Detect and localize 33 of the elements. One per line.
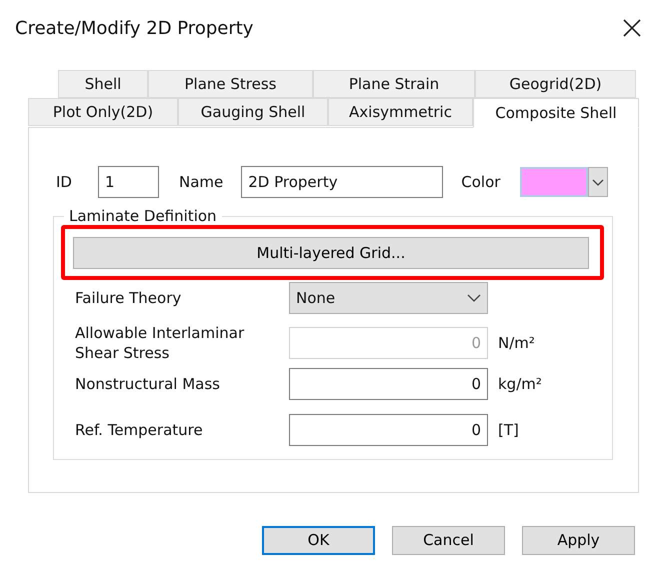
chevron-down-icon bbox=[467, 294, 481, 302]
window-title: Create/Modify 2D Property bbox=[15, 16, 254, 40]
close-icon[interactable] bbox=[623, 19, 641, 37]
field-label: Allowable Interlaminar Shear Stress bbox=[75, 323, 246, 363]
unit-label: [T] bbox=[498, 420, 519, 441]
unit-label: N/m² bbox=[498, 332, 535, 354]
id-field[interactable]: 1 bbox=[98, 166, 159, 198]
input-field[interactable]: 0 bbox=[289, 414, 488, 446]
tab[interactable]: Axisymmetric bbox=[328, 98, 473, 126]
tab[interactable]: Composite Shell bbox=[473, 98, 639, 128]
tab[interactable]: Plane Stress bbox=[148, 70, 313, 98]
dialog-button[interactable]: Apply bbox=[522, 526, 635, 555]
field-label: Color bbox=[461, 172, 500, 193]
name-field[interactable]: 2D Property bbox=[241, 166, 444, 198]
tab[interactable]: Plot Only(2D) bbox=[28, 98, 178, 126]
unit-label: kg/m² bbox=[498, 374, 542, 395]
tab[interactable]: Shell bbox=[58, 70, 148, 98]
chevron-down-icon bbox=[592, 178, 604, 186]
input-field[interactable]: 0 bbox=[289, 368, 488, 400]
field-label: Nonstructural Mass bbox=[75, 374, 221, 394]
tab[interactable]: Gauging Shell bbox=[178, 98, 328, 126]
tab[interactable]: Plane Strain bbox=[313, 70, 475, 98]
grid-button[interactable]: Multi-layered Grid... bbox=[73, 237, 589, 269]
dialog-button[interactable]: OK bbox=[262, 526, 375, 555]
dropdown[interactable]: None bbox=[289, 282, 488, 314]
field-label: Name bbox=[178, 172, 224, 193]
color-swatch[interactable] bbox=[520, 167, 588, 197]
dropdown-button[interactable] bbox=[588, 167, 608, 197]
dialog-button[interactable]: Cancel bbox=[392, 526, 505, 555]
field-label: Ref. Temperature bbox=[75, 420, 204, 440]
field-label: Failure Theory bbox=[75, 288, 182, 308]
field-label: ID bbox=[56, 172, 72, 193]
tab[interactable]: Geogrid(2D) bbox=[475, 70, 636, 98]
